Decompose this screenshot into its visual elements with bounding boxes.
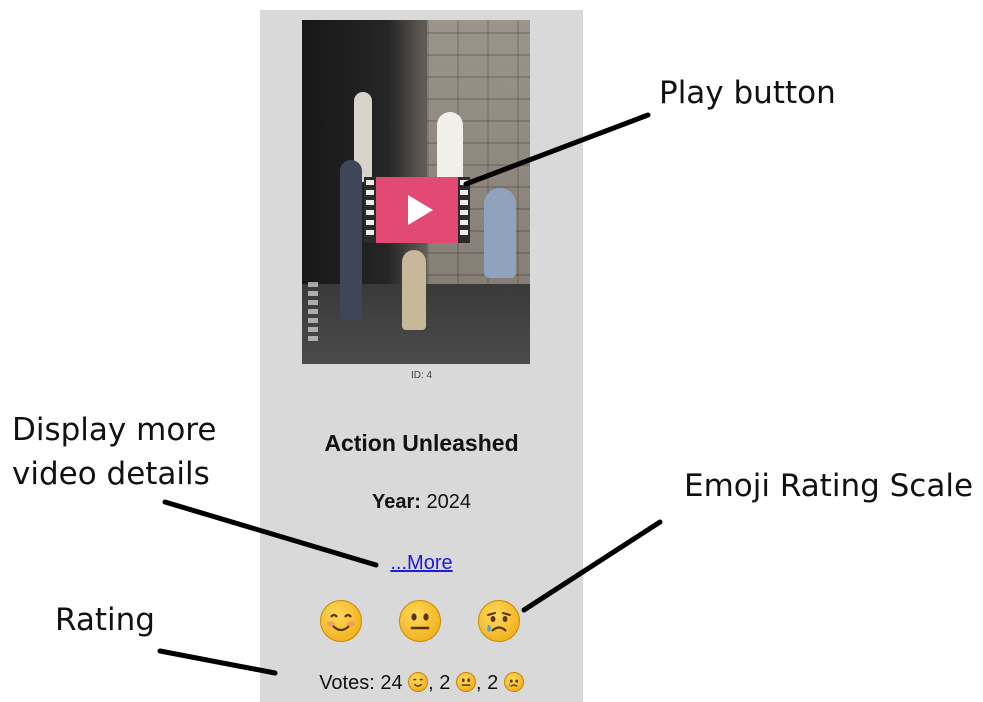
rating-pointer-line bbox=[157, 648, 278, 676]
annotation-emoji-scale: Emoji Rating Scale bbox=[684, 468, 974, 504]
annotation-play-button: Play button bbox=[659, 75, 836, 111]
annotation-more-details-line2: video details bbox=[12, 456, 210, 492]
play-button-pointer-line bbox=[463, 112, 651, 187]
emoji-scale-pointer-line bbox=[521, 519, 663, 613]
annotation-rating: Rating bbox=[55, 602, 155, 638]
annotation-more-details-line1: Display more bbox=[12, 412, 217, 448]
more-details-pointer-line bbox=[162, 499, 379, 568]
